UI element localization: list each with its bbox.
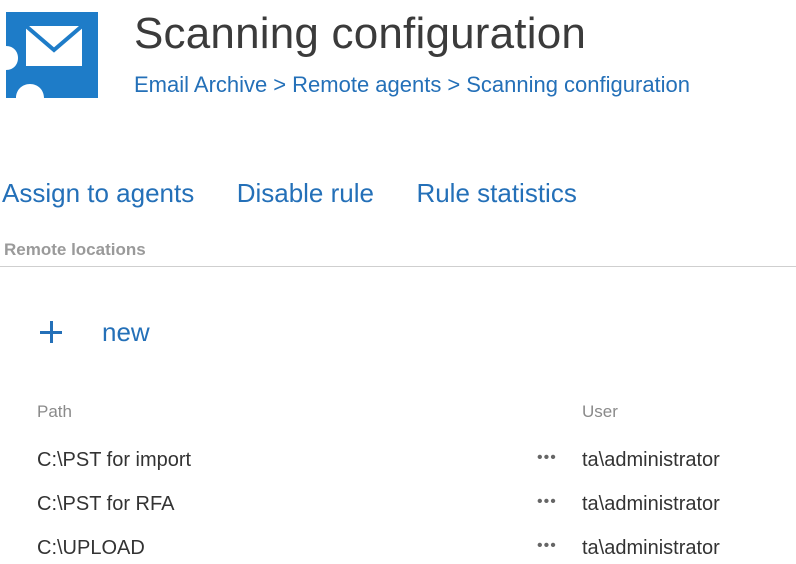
new-label: new: [102, 317, 150, 347]
breadcrumb: Email Archive > Remote agents > Scanning con…: [134, 70, 690, 100]
table-row[interactable]: C:\PST for import ••• ta\administrator: [37, 444, 777, 476]
path-cell: C:\PST for RFA: [37, 493, 175, 515]
plus-icon: [40, 321, 62, 343]
more-options-icon[interactable]: •••: [537, 444, 557, 472]
user-cell: ta\administrator: [582, 493, 720, 515]
column-header-user: User: [582, 402, 618, 421]
path-cell: C:\UPLOAD: [37, 537, 145, 559]
breadcrumb-separator: >: [273, 72, 287, 97]
section-label: Remote locations: [4, 240, 146, 259]
more-options-icon[interactable]: •••: [537, 488, 557, 516]
page-title: Scanning configuration: [134, 9, 587, 58]
action-bar: Assign to agents Disable rule Rule stati…: [2, 174, 615, 212]
table-row[interactable]: C:\UPLOAD ••• ta\administrator: [37, 532, 777, 564]
path-cell: C:\PST for import: [37, 449, 192, 471]
section-divider: [0, 266, 796, 267]
user-cell: ta\administrator: [582, 537, 720, 559]
envelope-puzzle-icon: [6, 12, 98, 98]
new-button[interactable]: new: [40, 312, 150, 352]
column-header-path: Path: [37, 402, 72, 421]
rule-statistics-link[interactable]: Rule statistics: [416, 174, 576, 212]
user-cell: ta\administrator: [582, 449, 720, 471]
breadcrumb-separator: >: [447, 72, 461, 97]
breadcrumb-remote-agents[interactable]: Remote agents: [292, 72, 441, 97]
assign-to-agents-link[interactable]: Assign to agents: [2, 174, 194, 212]
breadcrumb-scanning-configuration[interactable]: Scanning configuration: [466, 72, 690, 97]
disable-rule-link[interactable]: Disable rule: [237, 174, 374, 212]
table-row[interactable]: C:\PST for RFA ••• ta\administrator: [37, 488, 777, 520]
more-options-icon[interactable]: •••: [537, 532, 557, 560]
breadcrumb-email-archive[interactable]: Email Archive: [134, 72, 267, 97]
